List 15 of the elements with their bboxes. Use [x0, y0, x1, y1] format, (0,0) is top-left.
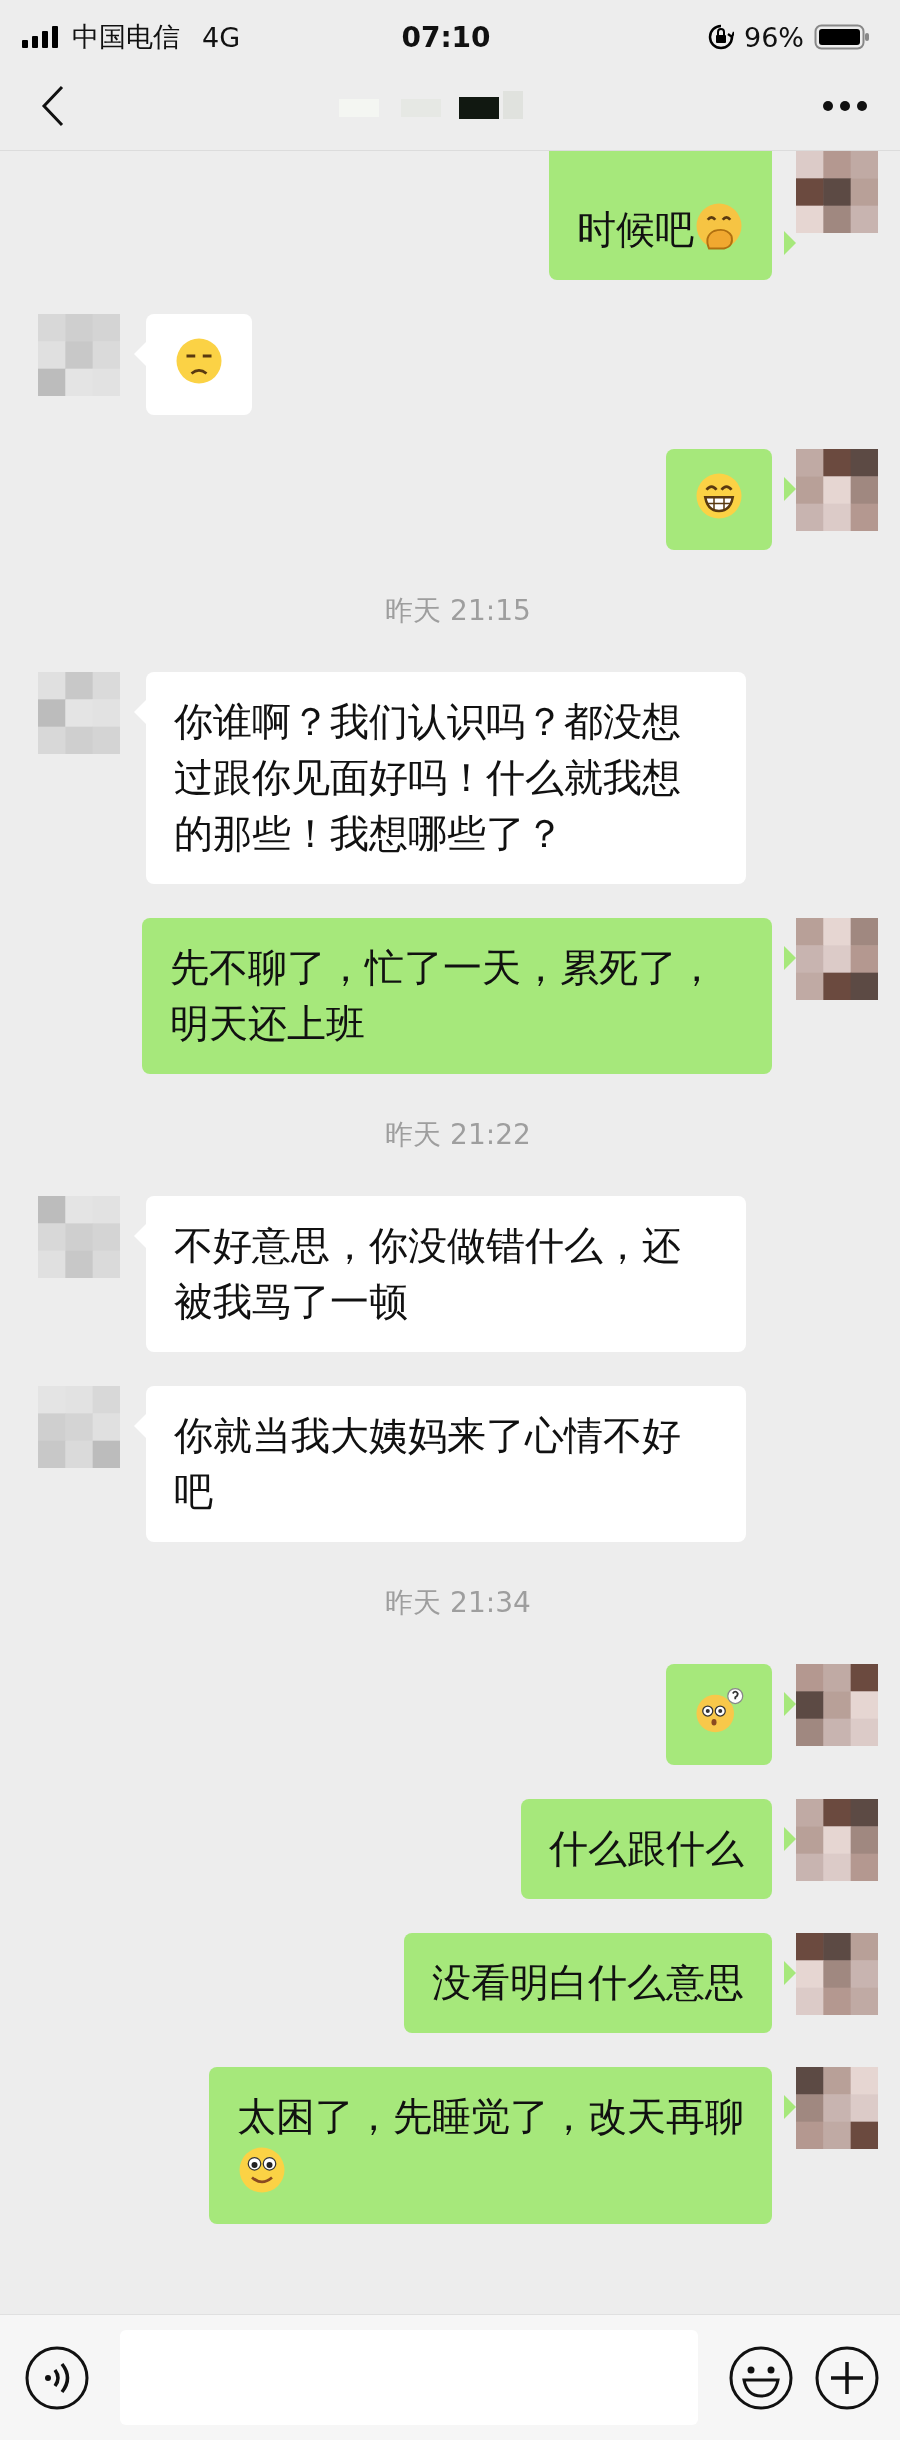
network-type: 4G — [202, 21, 241, 53]
message-bubble: 没看明白什么意思 — [404, 1933, 772, 2033]
carrier-name: 中国电信 — [72, 20, 180, 54]
message-bubble: 先不聊了，忙了一天，累死了，明天还上班 — [142, 918, 772, 1074]
message-bubble: 什么跟什么 — [521, 1799, 772, 1899]
timestamp: 昨天 21:15 — [385, 593, 531, 629]
battery-percent: 96% — [743, 21, 804, 53]
timestamp: 昨天 21:22 — [385, 1117, 531, 1153]
message-bubble: 你就当我大姨妈来了心情不好吧 — [146, 1386, 746, 1542]
message-bubble: 太困了，先睡觉了，改天再聊 — [209, 2067, 772, 2224]
message-bubble: 时候吧 — [549, 151, 772, 280]
message-bubble: 你谁啊？我们认识吗？都没想过跟你见面好吗！什么就我想的那些！我想哪些了？ — [146, 672, 746, 884]
message-bubble: 不好意思，你没做错什么，还被我骂了一顿 — [146, 1196, 746, 1352]
clock-time: 07:10 — [401, 20, 491, 54]
timestamp: 昨天 21:34 — [385, 1585, 531, 1621]
